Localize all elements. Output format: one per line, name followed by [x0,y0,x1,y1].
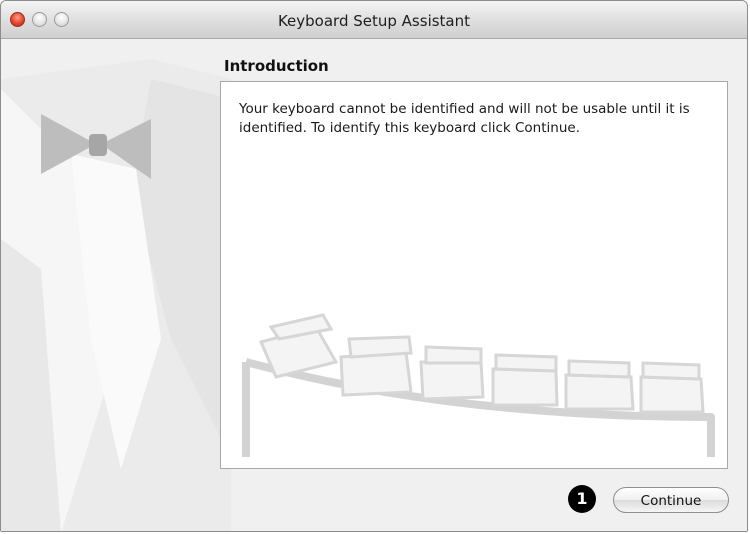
keyboard-illustration [242,313,715,457]
step-callout-badge: 1 [568,485,596,513]
keyboard-setup-window: Keyboard Setup Assistant Introduction Yo… [0,0,748,532]
message-text: Your keyboard cannot be identified and w… [239,101,690,136]
title-bar[interactable]: Keyboard Setup Assistant [1,1,747,39]
content-area: Introduction Your keyboard cannot be ide… [1,39,747,531]
tuxedo-illustration [1,59,231,531]
section-heading: Introduction [224,57,329,75]
window-title: Keyboard Setup Assistant [277,12,471,30]
continue-button[interactable]: Continue [613,487,729,513]
message-panel: Your keyboard cannot be identified and w… [220,81,728,469]
